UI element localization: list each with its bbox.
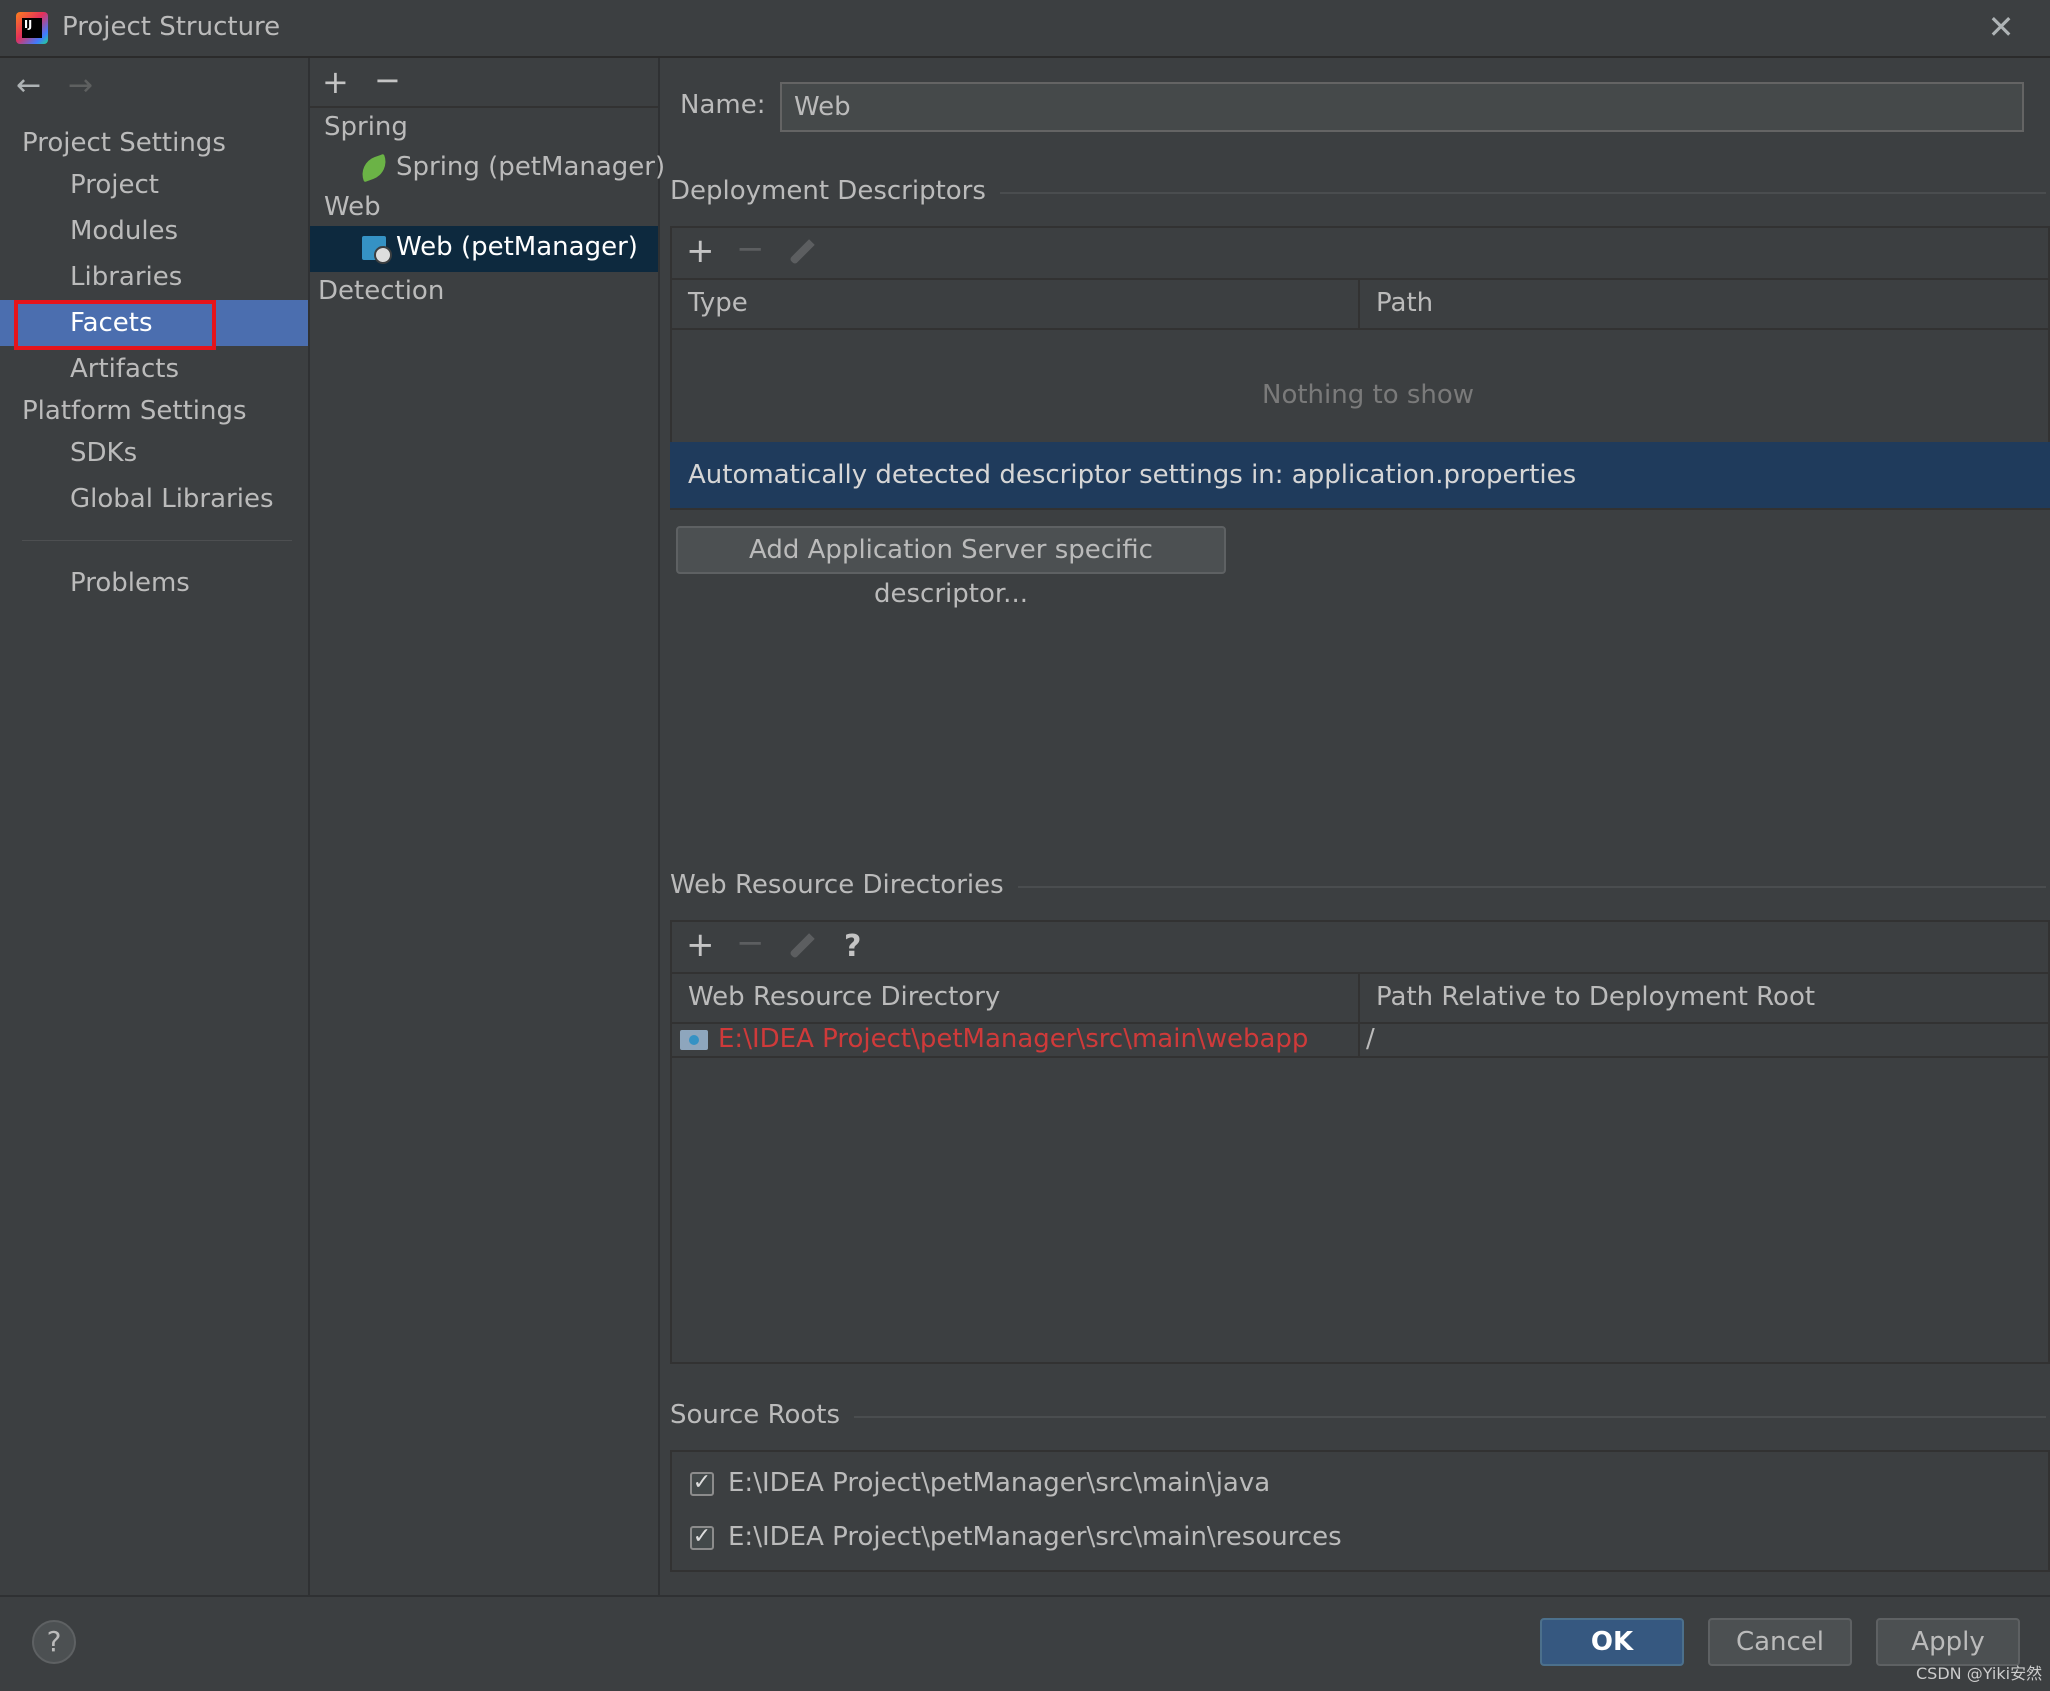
window-title: Project Structure <box>62 12 281 42</box>
source-roots-title: Source Roots <box>670 1400 855 1430</box>
column-header-path-relative[interactable]: Path Relative to Deployment Root <box>1376 982 1815 1012</box>
sidebar-item-problems[interactable]: Problems <box>0 560 308 606</box>
watermark-text: CSDN @Yiki安然 <box>1916 1664 2043 1683</box>
section-divider <box>960 192 2046 194</box>
remove-descriptor-minus-icon[interactable]: − <box>736 232 765 266</box>
sidebar-item-sdks[interactable]: SDKs <box>0 430 308 476</box>
section-divider <box>838 1416 2046 1418</box>
tree-group-web[interactable]: Web <box>324 192 381 222</box>
web-folder-badge-icon <box>689 1035 699 1045</box>
tree-item-spring-petmanager[interactable]: Spring (petManager) <box>396 152 665 182</box>
apply-button[interactable]: Apply <box>1876 1618 2020 1666</box>
cancel-button[interactable]: Cancel <box>1708 1618 1852 1666</box>
source-root-path[interactable]: E:\IDEA Project\petManager\src\main\reso… <box>728 1522 1342 1552</box>
ok-button[interactable]: OK <box>1540 1618 1684 1666</box>
name-input[interactable]: Web <box>780 82 2024 132</box>
sidebar-divider <box>22 540 292 541</box>
web-resource-directories-title: Web Resource Directories <box>670 870 1018 900</box>
web-resources-toolbar <box>672 922 2048 974</box>
sidebar-item-modules[interactable]: Modules <box>0 208 308 254</box>
column-header-path[interactable]: Path <box>1376 288 1433 318</box>
descriptors-header <box>672 280 2048 330</box>
column-header-web-resource-directory[interactable]: Web Resource Directory <box>688 982 1000 1012</box>
help-button[interactable]: ? <box>32 1620 76 1664</box>
project-settings-header: Project Settings <box>22 128 226 158</box>
name-label: Name: <box>680 90 766 120</box>
arrow-left-icon[interactable]: ← <box>16 68 41 103</box>
add-server-descriptor-button[interactable]: Add Application Server specific descript… <box>676 526 1226 609</box>
platform-settings-header: Platform Settings <box>22 396 247 426</box>
web-facet-globe-overlay-icon <box>374 246 392 264</box>
sidebar-item-global-libraries[interactable]: Global Libraries <box>0 476 308 522</box>
relative-path-cell[interactable]: / <box>1366 1024 1375 1054</box>
section-divider <box>980 886 2046 888</box>
sidebar-item-artifacts[interactable]: Artifacts <box>0 346 308 392</box>
remove-facet-minus-icon[interactable]: − <box>374 64 401 96</box>
add-web-resource-plus-icon[interactable]: + <box>686 928 715 962</box>
source-root-checkbox[interactable]: ✓ <box>690 1526 714 1550</box>
remove-web-resource-minus-icon[interactable]: − <box>736 926 765 960</box>
web-resource-directory-cell[interactable]: E:\IDEA Project\petManager\src\main\weba… <box>718 1024 1308 1054</box>
source-root-path[interactable]: E:\IDEA Project\petManager\src\main\java <box>728 1468 1270 1498</box>
facets-highlight-box <box>14 300 216 350</box>
tree-group-spring[interactable]: Spring <box>324 112 408 142</box>
column-separator <box>1358 280 1360 328</box>
sidebar-item-libraries[interactable]: Libraries <box>0 254 308 300</box>
detected-descriptor-banner: Automatically detected descriptor settin… <box>670 442 2050 508</box>
tree-item-web-petmanager[interactable]: Web (petManager) <box>396 232 638 262</box>
arrow-right-icon[interactable]: → <box>68 68 93 103</box>
source-root-checkbox[interactable]: ✓ <box>690 1472 714 1496</box>
sidebar-item-project[interactable]: Project <box>0 162 308 208</box>
descriptors-toolbar <box>672 228 2048 280</box>
empty-table-text: Nothing to show <box>1262 380 1475 410</box>
title-bar <box>0 0 2050 58</box>
add-facet-plus-icon[interactable]: + <box>322 66 349 98</box>
add-descriptor-plus-icon[interactable]: + <box>686 234 715 268</box>
toolbar-separator <box>310 106 658 108</box>
close-icon[interactable]: ✕ <box>1986 11 2016 43</box>
deployment-descriptors-title: Deployment Descriptors <box>670 176 1000 206</box>
help-question-icon[interactable]: ? <box>844 930 861 964</box>
intellij-logo-icon: IJ <box>16 12 48 44</box>
column-header-type[interactable]: Type <box>688 288 748 318</box>
tree-item-detection[interactable]: Detection <box>318 276 444 306</box>
